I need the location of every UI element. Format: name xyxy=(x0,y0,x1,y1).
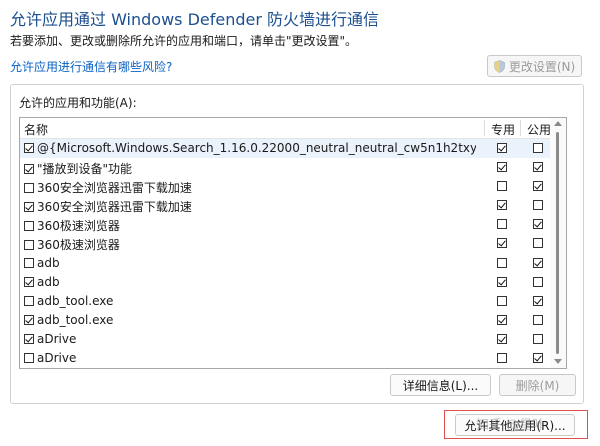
app-name-label: 360安全浏览器迅雷下载加速 xyxy=(37,200,192,215)
allowed-apps-group: 允许的应用和功能(A): 名称 专用 公用 @{Microsoft.Window… xyxy=(10,84,584,404)
private-checkbox[interactable] xyxy=(497,257,507,268)
list-item[interactable]: aDrive xyxy=(20,349,550,368)
public-checkbox[interactable] xyxy=(533,181,543,192)
uac-shield-icon xyxy=(494,59,505,73)
app-name-label: aDrive xyxy=(37,331,77,346)
private-checkbox[interactable] xyxy=(497,200,507,211)
private-checkbox[interactable] xyxy=(497,162,507,173)
app-name-cell: aDrive xyxy=(24,351,476,365)
scroll-down-arrow-icon[interactable] xyxy=(554,359,562,364)
list-header: 名称 专用 公用 xyxy=(20,118,551,139)
app-name-label: adb xyxy=(37,274,60,289)
list-item[interactable]: 360极速浏览器 xyxy=(20,215,550,234)
app-name-cell: adb xyxy=(24,275,476,289)
app-name-cell: 360极速浏览器 xyxy=(24,217,476,234)
app-name-label: 360极速浏览器 xyxy=(37,219,120,234)
app-enabled-checkbox[interactable] xyxy=(24,182,34,193)
private-checkbox[interactable] xyxy=(497,238,507,249)
app-name-cell: "播放到设备"功能 xyxy=(24,160,476,177)
scroll-up-arrow-icon[interactable] xyxy=(554,121,562,126)
public-checkbox[interactable] xyxy=(533,143,543,153)
app-name-label: "播放到设备"功能 xyxy=(37,162,133,177)
app-name-cell: aDrive xyxy=(24,332,476,346)
app-enabled-checkbox[interactable] xyxy=(24,295,34,306)
column-divider xyxy=(484,120,485,136)
list-item[interactable]: adb_tool.exe xyxy=(20,292,550,311)
app-name-label: 360极速浏览器 xyxy=(37,238,120,253)
private-checkbox[interactable] xyxy=(497,181,507,192)
app-name-cell: adb_tool.exe xyxy=(24,294,476,308)
app-name-cell: 360安全浏览器迅雷下载加速 xyxy=(24,179,476,196)
app-enabled-checkbox[interactable] xyxy=(24,143,34,153)
private-checkbox[interactable] xyxy=(497,333,507,344)
watermark: 知乎 @星叶 xyxy=(476,418,546,433)
private-checkbox[interactable] xyxy=(497,295,507,306)
private-checkbox[interactable] xyxy=(497,353,507,364)
scroll-thumb[interactable] xyxy=(556,132,559,354)
app-enabled-checkbox[interactable] xyxy=(24,257,34,268)
list-rows: @{Microsoft.Windows.Search_1.16.0.22000_… xyxy=(20,139,550,368)
public-checkbox[interactable] xyxy=(533,333,543,344)
private-checkbox[interactable] xyxy=(497,314,507,325)
app-enabled-checkbox[interactable] xyxy=(24,353,34,364)
public-checkbox[interactable] xyxy=(533,257,543,268)
allowed-apps-label: 允许的应用和功能(A): xyxy=(19,96,137,110)
app-name-label: @{Microsoft.Windows.Search_1.16.0.22000_… xyxy=(37,141,476,155)
list-item[interactable]: adb xyxy=(20,273,550,292)
list-item[interactable]: 360安全浏览器迅雷下载加速 xyxy=(20,196,550,215)
app-enabled-checkbox[interactable] xyxy=(24,239,34,250)
app-name-label: 360安全浏览器迅雷下载加速 xyxy=(37,181,192,196)
app-enabled-checkbox[interactable] xyxy=(24,314,34,325)
column-divider xyxy=(520,120,521,136)
app-enabled-checkbox[interactable] xyxy=(24,276,34,287)
public-checkbox[interactable] xyxy=(533,200,543,211)
app-name-cell: 360安全浏览器迅雷下载加速 xyxy=(24,198,476,215)
page-title: 允许应用通过 Windows Defender 防火墙进行通信 xyxy=(10,10,380,29)
list-item[interactable]: 360极速浏览器 xyxy=(20,234,550,253)
list-item[interactable]: aDrive xyxy=(20,330,550,349)
app-name-label: aDrive xyxy=(37,351,77,366)
column-header-private[interactable]: 专用 xyxy=(488,121,518,138)
public-checkbox[interactable] xyxy=(533,276,543,287)
public-checkbox[interactable] xyxy=(533,219,543,230)
change-settings-button[interactable]: 更改设置(N) xyxy=(487,55,582,77)
column-header-name[interactable]: 名称 xyxy=(24,121,48,138)
vertical-scrollbar[interactable] xyxy=(550,118,566,368)
list-item[interactable]: adb_tool.exe xyxy=(20,311,550,330)
public-checkbox[interactable] xyxy=(533,162,543,173)
private-checkbox[interactable] xyxy=(497,143,507,153)
change-settings-label: 更改设置(N) xyxy=(508,59,576,74)
app-name-cell: 360极速浏览器 xyxy=(24,236,476,253)
risk-link[interactable]: 允许应用进行通信有哪些风险? xyxy=(10,58,172,75)
app-name-label: adb_tool.exe xyxy=(37,312,114,327)
list-item[interactable]: @{Microsoft.Windows.Search_1.16.0.22000_… xyxy=(20,139,550,159)
app-name-label: adb_tool.exe xyxy=(37,293,114,308)
private-checkbox[interactable] xyxy=(497,219,507,230)
app-name-label: adb xyxy=(37,255,60,270)
app-enabled-checkbox[interactable] xyxy=(24,220,34,231)
app-enabled-checkbox[interactable] xyxy=(24,333,34,344)
page-description: 若要添加、更改或删除所允许的应用和端口，请单击"更改设置"。 xyxy=(10,34,358,48)
list-item[interactable]: 360安全浏览器迅雷下载加速 xyxy=(20,177,550,196)
details-button[interactable]: 详细信息(L)... xyxy=(390,374,491,396)
public-checkbox[interactable] xyxy=(533,295,543,306)
public-checkbox[interactable] xyxy=(533,314,543,325)
app-enabled-checkbox[interactable] xyxy=(24,201,34,212)
remove-button[interactable]: 删除(M) xyxy=(499,374,576,396)
app-name-cell: @{Microsoft.Windows.Search_1.16.0.22000_… xyxy=(24,141,476,155)
app-enabled-checkbox[interactable] xyxy=(24,163,34,174)
allowed-apps-list[interactable]: 名称 专用 公用 @{Microsoft.Windows.Search_1.16… xyxy=(19,117,567,369)
public-checkbox[interactable] xyxy=(533,238,543,249)
list-item[interactable]: adb xyxy=(20,254,550,273)
public-checkbox[interactable] xyxy=(533,353,543,364)
private-checkbox[interactable] xyxy=(497,276,507,287)
list-item[interactable]: "播放到设备"功能 xyxy=(20,158,550,177)
app-name-cell: adb_tool.exe xyxy=(24,313,476,327)
app-name-cell: adb xyxy=(24,256,476,270)
